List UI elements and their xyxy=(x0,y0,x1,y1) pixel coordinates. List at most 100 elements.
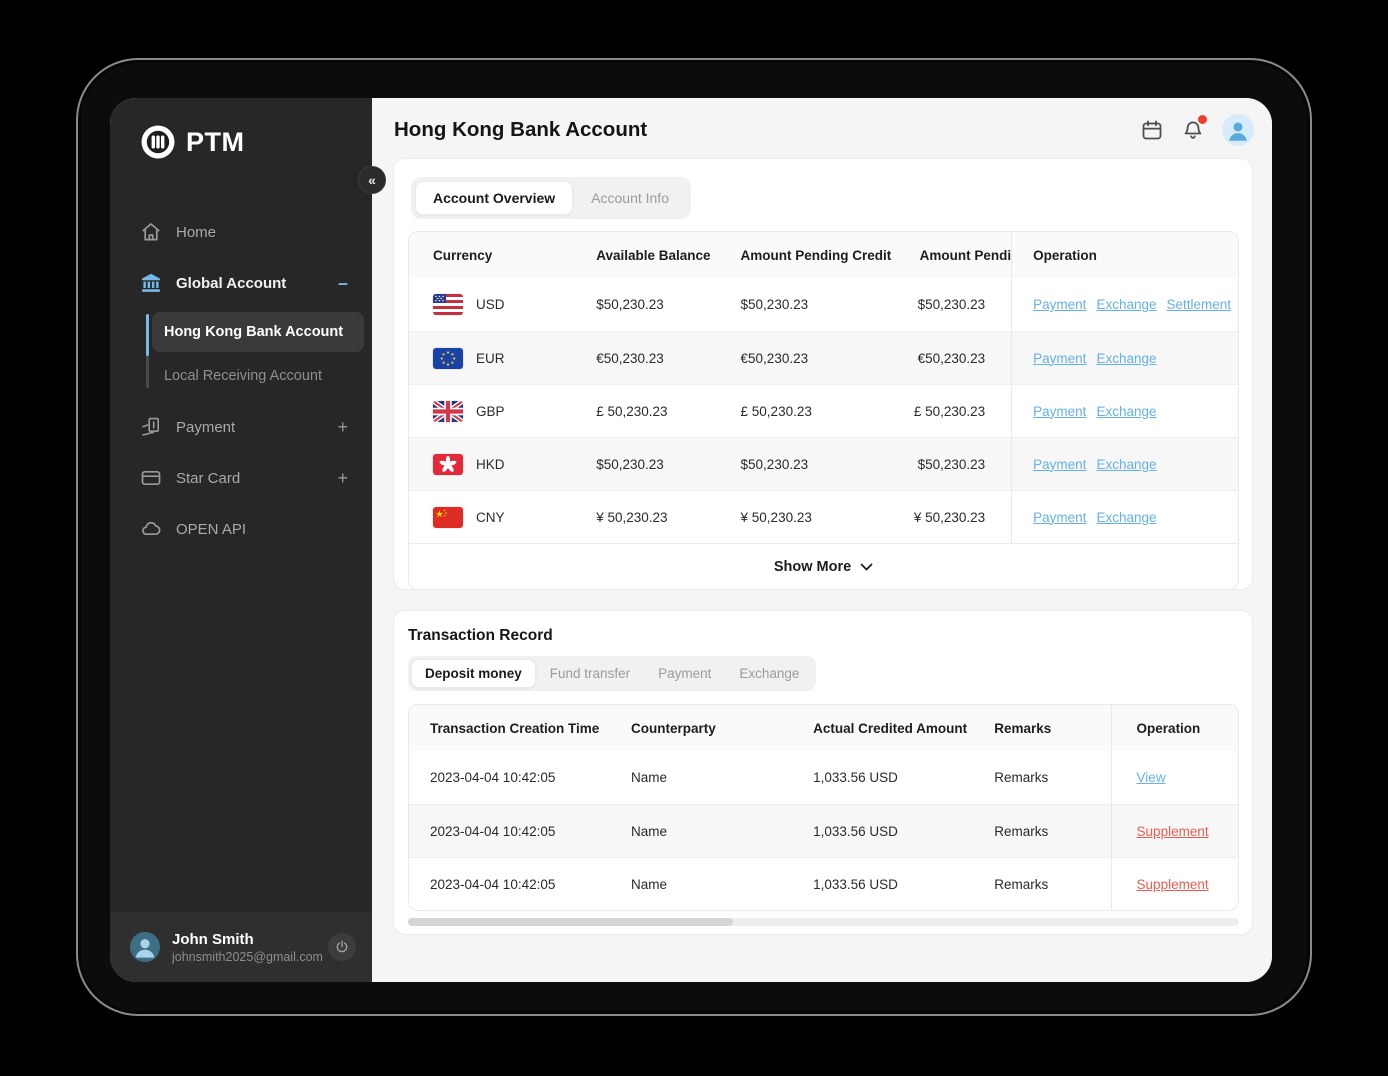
exchange-link[interactable]: Exchange xyxy=(1096,510,1156,525)
counterparty-cell: Name xyxy=(631,876,668,892)
sidebar: PTM « Home Global Account – Hong Kong Ba… xyxy=(110,98,386,982)
payment-icon xyxy=(142,417,159,436)
column-header-remarks: Remarks xyxy=(994,720,1052,736)
sidebar-item-star-card[interactable]: Star Card + xyxy=(110,456,372,500)
sidebar-item-local-receiving-account[interactable]: Local Receiving Account xyxy=(152,356,364,396)
chevrons-left-icon: « xyxy=(368,172,376,188)
table-header-row: Transaction Creation Time Counterparty A… xyxy=(409,705,1238,751)
credit-card-icon xyxy=(141,470,161,486)
home-icon xyxy=(142,223,160,241)
exchange-link[interactable]: Exchange xyxy=(1096,297,1156,312)
pending-credit-cell: £ 50,230.23 xyxy=(740,403,812,419)
tab-deposit-money[interactable]: Deposit money xyxy=(411,659,536,688)
sidebar-item-open-api[interactable]: OPEN API xyxy=(110,507,372,551)
creation-time-cell: 2023-04-04 10:42:05 xyxy=(430,823,556,839)
currency-code: EUR xyxy=(476,350,505,366)
transaction-tabs: Deposit money Fund transfer Payment Exch… xyxy=(408,656,1252,691)
user-name: John Smith xyxy=(172,930,254,948)
column-header-available-balance: Available Balance xyxy=(596,247,711,263)
payment-link[interactable]: Payment xyxy=(1033,297,1086,312)
table-header-row: Currency Available Balance Amount Pendin… xyxy=(409,232,1238,278)
currency-cell: CNY xyxy=(409,491,573,543)
eu-flag-icon xyxy=(433,347,463,369)
pending-credit-cell: €50,230.23 xyxy=(740,350,809,366)
user-avatar xyxy=(130,932,160,962)
sidebar-subitem-label: Hong Kong Bank Account xyxy=(164,324,344,340)
pending-credit-cell: $50,230.23 xyxy=(740,456,809,472)
tab-account-overview[interactable]: Account Overview xyxy=(415,181,574,215)
tab-payment[interactable]: Payment xyxy=(644,659,725,688)
operation-cell: Payment Exchange xyxy=(1011,438,1238,490)
collapse-minus-icon[interactable]: – xyxy=(338,274,348,292)
sidebar-item-hong-kong-bank-account[interactable]: Hong Kong Bank Account xyxy=(152,312,364,352)
currency-cell: EUR xyxy=(409,332,573,384)
account-tabs: Account Overview Account Info xyxy=(411,177,1252,219)
bank-icon xyxy=(142,273,160,292)
scrollbar-thumb[interactable] xyxy=(408,918,733,926)
tab-account-info[interactable]: Account Info xyxy=(573,181,687,215)
currency-code: USD xyxy=(476,297,505,312)
remarks-cell: Remarks xyxy=(994,823,1049,839)
exchange-link[interactable]: Exchange xyxy=(1096,457,1156,472)
exchange-link[interactable]: Exchange xyxy=(1096,351,1156,366)
creation-time-cell: 2023-04-04 10:42:05 xyxy=(430,770,556,785)
tab-exchange[interactable]: Exchange xyxy=(725,659,813,688)
currency-cell: HKD xyxy=(409,438,573,490)
currency-code: CNY xyxy=(476,509,505,525)
credited-amount-cell: 1,033.56 USD xyxy=(813,876,898,892)
page-title: Hong Kong Bank Account xyxy=(394,118,648,141)
transaction-record-title: Transaction Record xyxy=(408,627,553,644)
payment-link[interactable]: Payment xyxy=(1033,457,1086,472)
available-balance-cell: $50,230.23 xyxy=(596,297,664,312)
person-icon xyxy=(1229,122,1247,141)
show-more-button[interactable]: Show More xyxy=(409,543,1238,589)
payment-link[interactable]: Payment xyxy=(1033,510,1086,525)
operation-cell: Payment Exchange xyxy=(1011,491,1238,543)
sidebar-item-global-account[interactable]: Global Account – xyxy=(110,261,372,305)
column-header-operation: Operation xyxy=(1110,705,1238,751)
expand-plus-icon[interactable]: + xyxy=(337,469,348,487)
settlement-link[interactable]: Settlement xyxy=(1166,297,1231,312)
user-email: johnsmith2025@gmail.com xyxy=(172,949,323,964)
available-balance-cell: ¥ 50,230.23 xyxy=(596,509,668,525)
pending-credit-cell: $50,230.23 xyxy=(740,297,809,312)
view-link[interactable]: View xyxy=(1137,770,1166,785)
brand-name: PTM xyxy=(186,126,245,157)
operation-cell: Payment Exchange Settlement xyxy=(1011,278,1238,331)
transaction-row: 2023-04-04 10:42:05 Name 1,033.56 USD Re… xyxy=(409,857,1238,910)
sidebar-nav: Home Global Account – Hong Kong Bank Acc… xyxy=(110,210,372,551)
transaction-row: 2023-04-04 10:42:05 Name 1,033.56 USD Re… xyxy=(409,804,1238,857)
logout-button[interactable] xyxy=(328,933,356,961)
profile-avatar-button[interactable] xyxy=(1222,114,1254,146)
sidebar-item-home[interactable]: Home xyxy=(110,210,372,254)
payment-link[interactable]: Payment xyxy=(1033,404,1086,419)
payment-link[interactable]: Payment xyxy=(1033,351,1086,366)
sidebar-item-label: OPEN API xyxy=(176,520,247,538)
notification-badge xyxy=(1198,115,1207,124)
currency-code: HKD xyxy=(476,456,505,472)
operation-cell: Payment Exchange xyxy=(1011,332,1238,384)
operation-cell: Supplement xyxy=(1110,858,1238,910)
user-card[interactable]: John Smith johnsmith2025@gmail.com xyxy=(110,912,372,982)
column-header-amount-pending: Amount Pending xyxy=(919,247,1012,263)
exchange-link[interactable]: Exchange xyxy=(1096,404,1156,419)
tab-fund-transfer[interactable]: Fund transfer xyxy=(536,659,644,688)
remarks-cell: Remarks xyxy=(994,770,1049,785)
calendar-button[interactable] xyxy=(1140,118,1164,142)
transaction-record-panel: Transaction Record Deposit money Fund tr… xyxy=(393,610,1253,935)
pending-debit-cell: $50,230.23 xyxy=(917,297,986,312)
ptm-logo-icon xyxy=(141,125,175,159)
supplement-link[interactable]: Supplement xyxy=(1137,877,1209,892)
column-header-actual-credited-amount: Actual Credited Amount xyxy=(813,720,968,736)
brand-logo: PTM xyxy=(110,98,372,160)
sidebar-item-payment[interactable]: Payment + xyxy=(110,405,372,449)
expand-plus-icon[interactable]: + xyxy=(337,418,348,436)
cloud-icon xyxy=(142,521,161,536)
pending-debit-cell: £ 50,230.23 xyxy=(913,403,986,419)
operation-cell: Supplement xyxy=(1110,805,1238,857)
supplement-link[interactable]: Supplement xyxy=(1137,824,1209,839)
sidebar-item-label: Home xyxy=(176,223,217,241)
sidebar-collapse-button[interactable]: « xyxy=(358,166,386,194)
transaction-row: 2023-04-04 10:42:05 Name 1,033.56 USD Re… xyxy=(409,751,1238,804)
notifications-button[interactable] xyxy=(1181,115,1207,142)
